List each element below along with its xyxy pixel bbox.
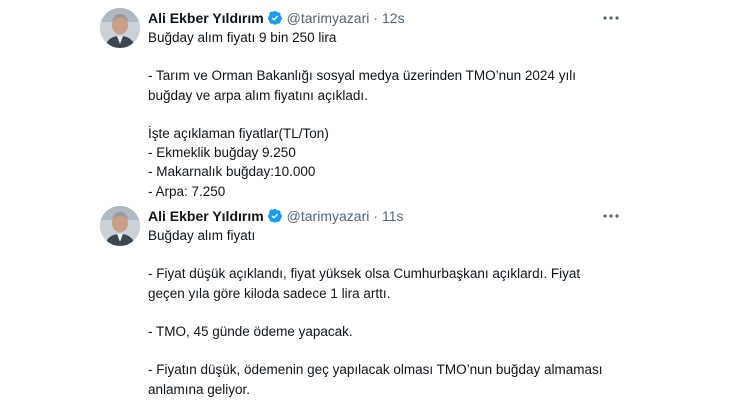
tweet-text-line: - TMO, 45 günde ödeme yapacak. bbox=[148, 323, 353, 339]
more-dots-icon bbox=[603, 214, 619, 218]
tweet-text-line bbox=[148, 245, 620, 264]
tweet-text-line bbox=[148, 341, 620, 360]
verified-badge-icon bbox=[267, 11, 282, 25]
verified-badge-icon bbox=[267, 209, 282, 223]
author-handle[interactable]: @tarimyazari bbox=[287, 206, 370, 226]
avatar-photo-icon bbox=[100, 206, 140, 246]
tweet-text-line: - Fiyatın düşük, ödemenin geç yapılacak … bbox=[148, 362, 603, 378]
tweet-text: Buğday alım fiyatı - Fiyat düşük açıklan… bbox=[148, 226, 620, 399]
tweet-header: Ali Ekber Yıldırım @tarimyazari · 11s bbox=[148, 206, 620, 226]
timestamp[interactable]: 11s bbox=[382, 206, 404, 226]
tweet-text-line: İşte açıklaman fiyatlar(TL/Ton) bbox=[148, 125, 329, 141]
tweet-text-line: - Ekmeklik buğday 9.250 bbox=[148, 145, 296, 161]
tweet-text-line bbox=[148, 47, 620, 66]
more-options-icon[interactable] bbox=[602, 206, 620, 226]
avatar[interactable] bbox=[100, 8, 140, 48]
tweet-text-line bbox=[148, 105, 620, 124]
separator-dot: · bbox=[373, 208, 379, 224]
avatar[interactable] bbox=[100, 206, 140, 246]
tweet-text-line bbox=[148, 303, 620, 322]
separator-dot: · bbox=[373, 10, 379, 26]
timestamp[interactable]: 12s bbox=[382, 8, 405, 28]
tweet-text-line: - Arpa: 7.250 bbox=[148, 183, 226, 199]
avatar-photo-icon bbox=[100, 8, 140, 48]
tweet-header: Ali Ekber Yıldırım @tarimyazari · 12s bbox=[148, 8, 620, 28]
author-name[interactable]: Ali Ekber Yıldırım bbox=[148, 8, 264, 28]
tweet-text-line: anlamına geliyor. bbox=[148, 381, 251, 397]
author-name[interactable]: Ali Ekber Yıldırım bbox=[148, 206, 264, 226]
tweet-text-line: geçen yıla göre kiloda sadece 1 lira art… bbox=[148, 285, 391, 301]
more-options-icon[interactable] bbox=[602, 8, 620, 28]
tweet-text-line: Buğday alım fiyatı bbox=[148, 228, 256, 243]
tweet-text-line: - Fiyat düşük açıklandı, fiyat yüksek ol… bbox=[148, 266, 581, 282]
tweet-text-line: - Makarnalık buğday:10.000 bbox=[148, 164, 316, 180]
tweet-text: Buğday alım fiyatı 9 bin 250 lira - Tarı… bbox=[148, 28, 620, 201]
tweet-text-line: buğday ve arpa alım fiyatını açıkladı. bbox=[148, 87, 368, 103]
more-dots-icon bbox=[603, 16, 619, 20]
tweet-text-line: Buğday alım fiyatı 9 bin 250 lira bbox=[148, 30, 337, 45]
author-handle[interactable]: @tarimyazari bbox=[287, 8, 370, 28]
tweet-text-line: - Tarım ve Orman Bakanlığı sosyal medya … bbox=[148, 68, 576, 84]
